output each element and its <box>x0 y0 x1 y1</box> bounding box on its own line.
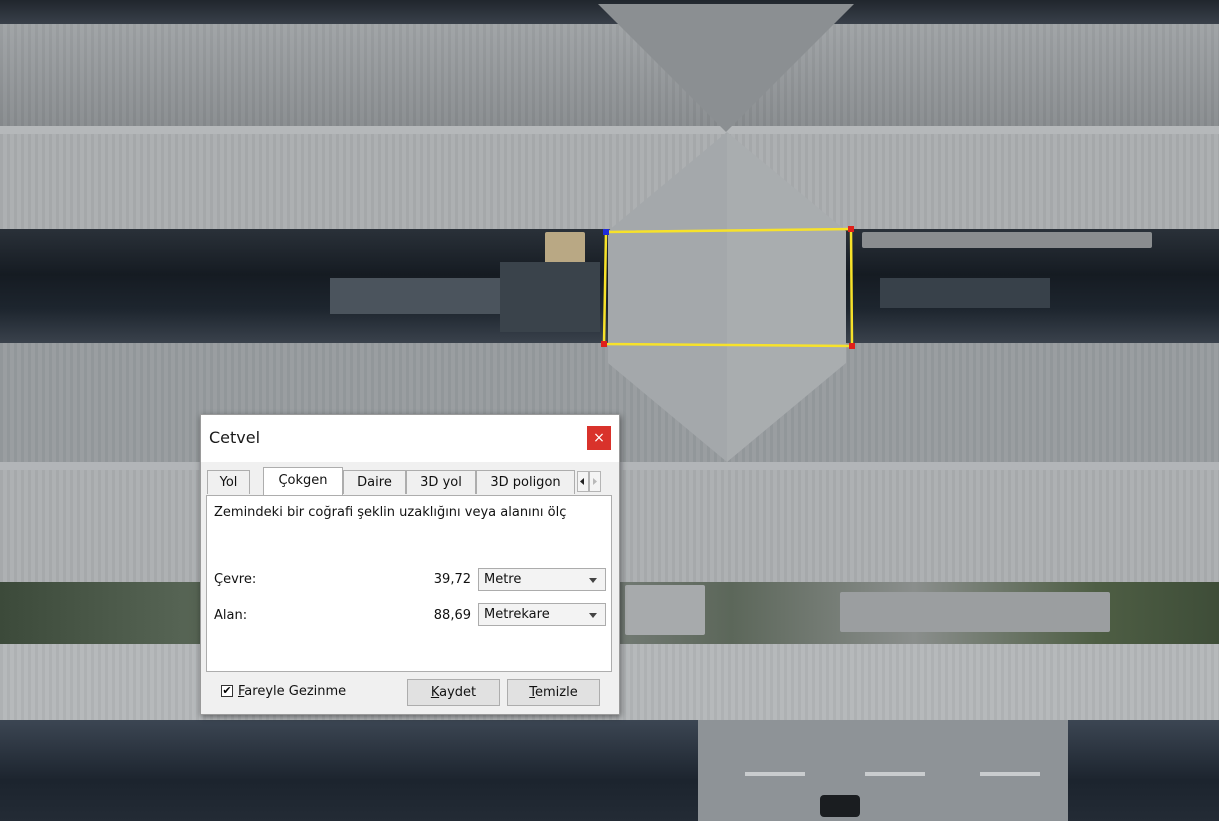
tab-yol[interactable]: Yol <box>207 470 250 494</box>
mouse-navigation-checkbox[interactable]: ✔ <box>221 685 233 697</box>
tab-panel: Zemindeki bir coğrafi şeklin uzaklığını … <box>206 495 612 672</box>
save-label-rest: aydet <box>439 685 477 700</box>
description-text: Zemindeki bir coğrafi şeklin uzaklığını … <box>214 505 567 520</box>
close-icon: × <box>593 430 605 446</box>
polygon-vertex[interactable] <box>848 226 854 232</box>
ruler-dialog: Cetvel × Yol Çokgen Daire 3D yol 3D poli… <box>200 414 620 715</box>
perimeter-label: Çevre: <box>214 572 257 587</box>
perimeter-value: 39,72 <box>433 572 471 587</box>
area-unit-value: Metrekare <box>484 607 550 622</box>
tab-cokgen[interactable]: Çokgen <box>263 467 343 495</box>
close-button[interactable]: × <box>587 426 611 450</box>
tab-scroll-right[interactable] <box>589 471 601 492</box>
chevron-right-icon <box>593 478 597 485</box>
chevron-down-icon <box>589 613 597 618</box>
polygon-vertex[interactable] <box>601 341 607 347</box>
tab-daire[interactable]: Daire <box>343 470 406 494</box>
mouse-navigation-label: Fareyle Gezinme <box>238 684 346 699</box>
save-mnemonic: K <box>430 685 440 700</box>
dialog-titlebar[interactable]: Cetvel × <box>201 415 619 462</box>
measurement-polygon <box>602 227 854 348</box>
area-unit-select[interactable]: Metrekare <box>478 603 606 626</box>
tab-scroll-left[interactable] <box>577 471 589 492</box>
clear-button[interactable]: Temizle <box>507 679 600 706</box>
tab-bar: Yol Çokgen Daire 3D yol 3D poligon <box>204 467 616 496</box>
polygon-vertex-active[interactable] <box>603 229 609 235</box>
polygon-vertex[interactable] <box>849 343 855 349</box>
tab-3d-yol[interactable]: 3D yol <box>406 470 476 494</box>
chevron-left-icon <box>580 478 584 485</box>
area-value: 88,69 <box>433 608 471 623</box>
save-button[interactable]: Kaydet <box>407 679 500 706</box>
perimeter-unit-select[interactable]: Metre <box>478 568 606 591</box>
tab-3d-poligon[interactable]: 3D poligon <box>476 470 575 494</box>
clear-label-rest: emizle <box>535 685 578 700</box>
area-label: Alan: <box>214 608 248 623</box>
dialog-title: Cetvel <box>209 428 261 447</box>
perimeter-unit-value: Metre <box>484 572 522 587</box>
mouse-navigation-label-rest: areyle Gezinme <box>244 684 347 699</box>
chevron-down-icon <box>589 578 597 583</box>
